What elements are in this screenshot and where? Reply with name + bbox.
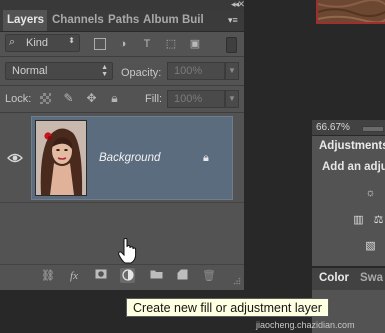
new-layer-icon[interactable] — [175, 269, 189, 283]
blend-mode-select[interactable]: Normal ▲ ▼ — [5, 62, 113, 80]
adjustment-layer-icon[interactable] — [120, 268, 135, 283]
fill-value: 100% — [174, 93, 203, 105]
tooltip: Create new fill or adjustment layer — [126, 298, 329, 317]
hair-texture-image — [318, 0, 385, 22]
delete-layer-icon[interactable]: 🗑︎ — [202, 269, 216, 283]
portrait-thumbnail-image — [36, 121, 86, 195]
smart-object-filter-icon[interactable]: ▣ — [189, 38, 201, 50]
tab-paths[interactable]: Paths — [108, 10, 140, 31]
tab-color[interactable]: Color — [319, 272, 349, 284]
pixel-filter-icon[interactable] — [94, 38, 106, 50]
layer-name[interactable]: Background — [99, 152, 160, 164]
blend-row: Normal ▲ ▼ Opacity: 100% ▼ — [0, 58, 244, 84]
layers-bottom-toolbar: ⛓ fx 🗑︎ — [0, 264, 244, 287]
tab-channels[interactable]: Channels — [52, 10, 104, 31]
close-panel-icon[interactable]: ✕ — [237, 0, 245, 10]
search-icon: ⌕ — [9, 36, 16, 48]
select-arrows-icon: ▲ ▼ — [101, 64, 108, 78]
fx-icon[interactable]: fx — [67, 269, 81, 283]
tab-layers[interactable]: Layers — [3, 10, 47, 31]
lock-label: Lock: — [5, 93, 32, 105]
canvas-image-preview — [316, 0, 385, 24]
shape-filter-icon[interactable]: ⬚ — [165, 38, 177, 50]
divider — [0, 112, 244, 113]
visibility-eye-icon[interactable] — [7, 152, 23, 164]
opacity-input[interactable]: 100% ▼ — [167, 62, 239, 80]
zoom-level[interactable]: 66.67% — [316, 122, 350, 133]
blend-mode-value: Normal — [12, 65, 48, 77]
fill-input[interactable]: 100% ▼ — [167, 90, 239, 108]
filter-kind-label: Kind — [26, 37, 49, 49]
adjustment-filter-icon[interactable]: ◑ — [117, 38, 129, 50]
chevron-down-icon: ⬍ — [68, 36, 75, 45]
resize-grip-icon[interactable] — [233, 277, 241, 285]
layer-filter-row: ⌕ Kind ⬍ ◑ T ⬚ ▣ — [0, 32, 244, 55]
divider — [0, 202, 244, 203]
filter-toggle-switch[interactable] — [226, 37, 237, 53]
opacity-dropdown-icon[interactable]: ▼ — [225, 62, 239, 80]
layer-thumbnail[interactable] — [35, 120, 87, 196]
lock-row: Lock: ✎ ✥ 🔒︎ Fill: 100% ▼ — [0, 87, 244, 111]
layer-row-background[interactable]: Background 🔒︎ — [0, 114, 244, 202]
layer-mask-icon[interactable] — [94, 269, 108, 283]
fill-label: Fill: — [145, 93, 163, 105]
adjustments-subtitle: Add an adju — [322, 161, 385, 173]
type-filter-icon[interactable]: T — [141, 38, 153, 50]
pointing-hand-cursor-icon — [118, 238, 137, 264]
zoom-slider[interactable] — [362, 126, 384, 132]
watermark: jiaocheng.chazidian.com — [256, 320, 355, 330]
link-layers-icon[interactable]: ⛓ — [41, 269, 55, 283]
brightness-contrast-icon[interactable]: ☼ — [364, 187, 377, 200]
lock-image-pixels-icon[interactable]: ✎ — [62, 92, 75, 105]
divider — [0, 85, 244, 86]
lock-transparent-pixels-icon[interactable] — [40, 93, 51, 104]
new-group-icon[interactable] — [149, 269, 163, 283]
channel-mixer-icon[interactable]: ▧ — [364, 240, 377, 253]
panel-menu-icon[interactable]: ▾≡ — [228, 15, 240, 26]
filter-kind-select[interactable]: ⌕ Kind ⬍ — [5, 34, 80, 52]
tab-swatches[interactable]: Swa — [360, 272, 383, 284]
panel-tab-bar: Layers Channels Paths Album Buil ▾≡ — [0, 10, 244, 32]
divider — [0, 56, 244, 57]
tab-album-build[interactable]: Album Buil — [143, 10, 219, 31]
lock-all-icon[interactable]: 🔒︎ — [108, 92, 121, 105]
fill-dropdown-icon[interactable]: ▼ — [225, 90, 239, 108]
hue-saturation-icon[interactable]: ▥ — [352, 214, 365, 227]
panel-collapse-strip: ◂◂ ✕ — [0, 0, 245, 10]
lock-position-icon[interactable]: ✥ — [85, 92, 98, 105]
color-balance-icon[interactable]: ⚖ — [372, 214, 385, 227]
layer-locked-icon: 🔒︎ — [203, 152, 209, 164]
opacity-label: Opacity: — [121, 67, 162, 79]
tab-adjustments[interactable]: Adjustments — [319, 140, 385, 152]
opacity-value: 100% — [174, 65, 203, 77]
